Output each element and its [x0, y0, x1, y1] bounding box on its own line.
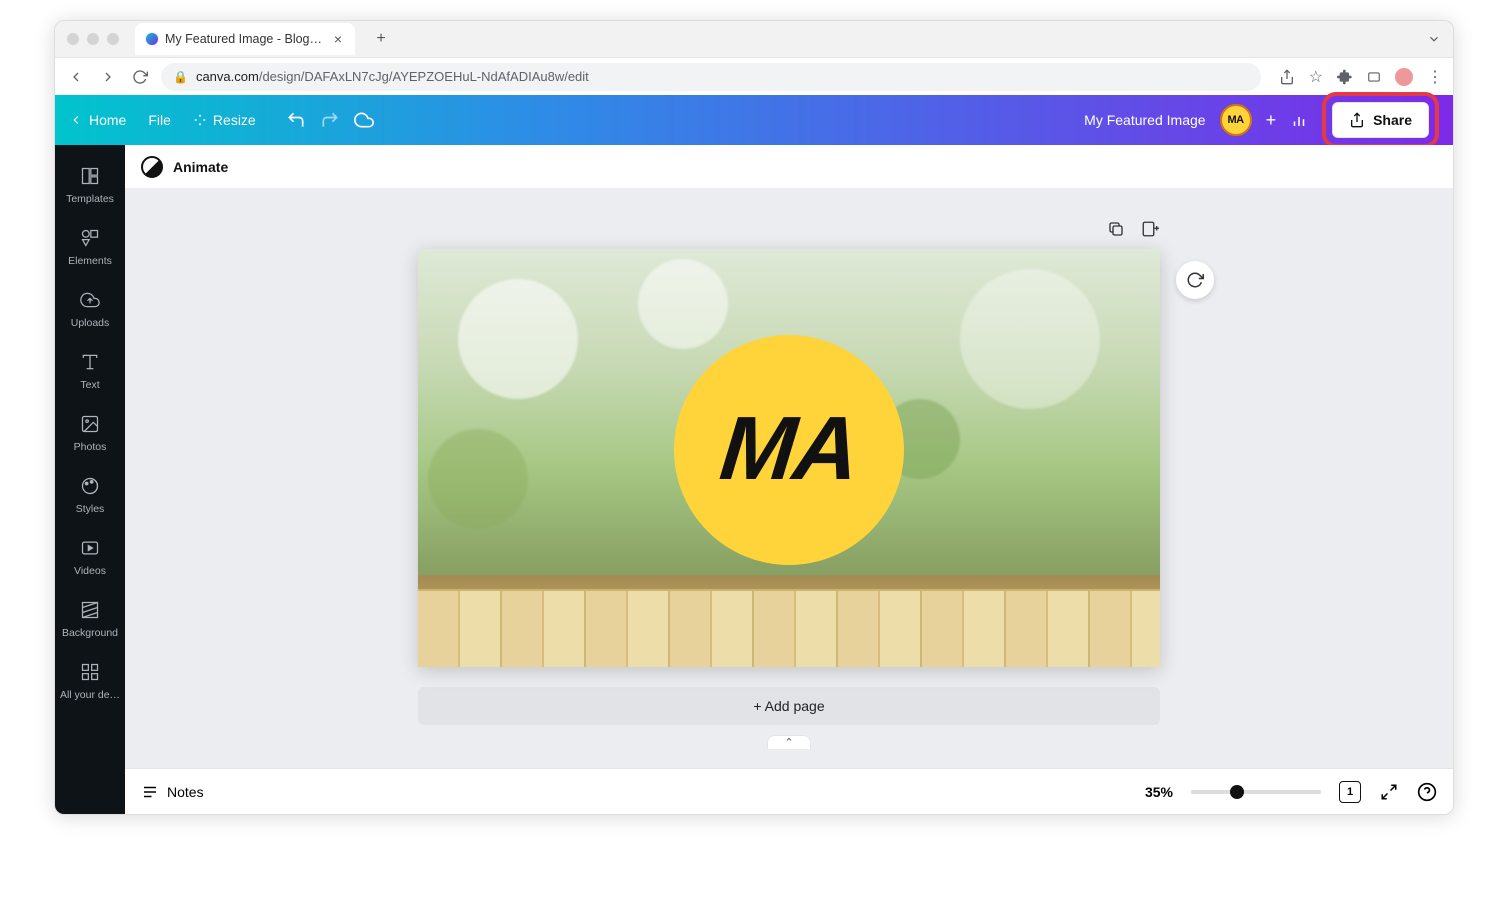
insights-icon[interactable] — [1290, 111, 1308, 129]
url-text: canva.com/design/DAFAxLN7cJg/AYEPZOEHuL-… — [196, 69, 589, 84]
add-page-label: + Add page — [753, 698, 824, 714]
sidebar-item-text[interactable]: Text — [55, 341, 125, 403]
animate-icon — [141, 156, 163, 178]
help-icon[interactable] — [1417, 782, 1437, 802]
notes-label: Notes — [167, 784, 204, 800]
browser-tab[interactable]: My Featured Image - Blog Ban × — [135, 23, 355, 55]
canvas-zone: Animate — [125, 145, 1453, 814]
tab-close-icon[interactable]: × — [331, 32, 345, 46]
new-tab-button[interactable]: + — [369, 27, 393, 51]
back-button[interactable] — [65, 66, 87, 88]
home-button[interactable]: Home — [69, 112, 126, 128]
canvas-page-wrap: MA — [418, 249, 1160, 667]
bookmark-icon[interactable]: ☆ — [1309, 67, 1323, 87]
avatar-initials: MA — [1228, 114, 1244, 126]
topbar-right: My Featured Image MA + Share — [1084, 92, 1439, 148]
canva-app: Home File Resize My Featured Image MA + — [55, 95, 1453, 814]
notes-button[interactable]: Notes — [141, 783, 204, 801]
pages-count-badge[interactable]: 1 — [1339, 781, 1361, 803]
canvas-page[interactable]: MA — [418, 249, 1160, 667]
sidebar-item-uploads[interactable]: Uploads — [55, 279, 125, 341]
styles-icon — [79, 475, 101, 497]
address-bar[interactable]: 🔒 canva.com/design/DAFAxLN7cJg/AYEPZOEHu… — [161, 63, 1261, 91]
sidebar-item-elements[interactable]: Elements — [55, 217, 125, 279]
window-controls[interactable] — [67, 33, 119, 45]
extensions-icon[interactable] — [1337, 69, 1353, 85]
reload-button[interactable] — [129, 66, 151, 88]
browser-chrome: My Featured Image - Blog Ban × + 🔒 canva… — [55, 21, 1453, 95]
app-topbar: Home File Resize My Featured Image MA + — [55, 95, 1453, 145]
background-icon — [79, 599, 101, 621]
resize-button[interactable]: Resize — [193, 112, 256, 128]
sidebar-item-photos[interactable]: Photos — [55, 403, 125, 465]
url-bar-row: 🔒 canva.com/design/DAFAxLN7cJg/AYEPZOEHu… — [55, 57, 1453, 95]
tab-title: My Featured Image - Blog Ban — [165, 32, 325, 46]
sidebar-item-styles[interactable]: Styles — [55, 465, 125, 527]
zoom-slider[interactable] — [1191, 790, 1321, 794]
topbar-left: Home File Resize — [69, 110, 374, 130]
sidebar-item-all-designs[interactable]: All your de… — [55, 651, 125, 713]
share-highlight-annotation: Share — [1322, 92, 1439, 148]
wood-surface — [418, 589, 1160, 667]
close-window-icon[interactable] — [67, 33, 79, 45]
user-avatar[interactable]: MA — [1220, 104, 1252, 136]
lock-icon: 🔒 — [173, 70, 188, 84]
duplicate-page-icon[interactable] — [1106, 219, 1126, 239]
logo-element[interactable]: MA — [674, 335, 904, 565]
sidebar-item-background[interactable]: Background — [55, 589, 125, 651]
regenerate-icon[interactable] — [1176, 261, 1214, 299]
share-button[interactable]: Share — [1332, 102, 1429, 138]
profile-avatar-icon[interactable] — [1395, 68, 1413, 86]
topbar-icons — [286, 110, 374, 130]
page-actions — [418, 219, 1160, 249]
logo-text: MA — [716, 398, 863, 501]
bottom-bar: Notes 35% 1 — [125, 768, 1453, 814]
videos-icon — [79, 537, 101, 559]
home-label: Home — [89, 112, 126, 128]
photos-icon — [79, 413, 101, 435]
file-menu[interactable]: File — [148, 112, 171, 128]
browser-actions: ☆ ⋮ — [1279, 67, 1443, 87]
undo-icon[interactable] — [286, 110, 306, 130]
animate-button[interactable]: Animate — [173, 159, 228, 175]
file-label: File — [148, 112, 171, 128]
work-area: Templates Elements Uploads Text Photos S… — [55, 145, 1453, 814]
templates-icon — [79, 165, 101, 187]
redo-icon[interactable] — [320, 110, 340, 130]
bottom-bar-right: 35% 1 — [1145, 781, 1437, 803]
elements-icon — [79, 227, 101, 249]
fullscreen-icon[interactable] — [1379, 782, 1399, 802]
zoom-slider-knob[interactable] — [1230, 785, 1244, 799]
maximize-window-icon[interactable] — [107, 33, 119, 45]
resize-label: Resize — [213, 112, 256, 128]
sidebar-item-templates[interactable]: Templates — [55, 155, 125, 217]
canvas-scroll[interactable]: MA + Add page ⌃ — [125, 189, 1453, 768]
pages-count: 1 — [1347, 786, 1353, 798]
side-rail: Templates Elements Uploads Text Photos S… — [55, 145, 125, 814]
text-icon — [79, 351, 101, 373]
forward-button[interactable] — [97, 66, 119, 88]
menu-icon[interactable]: ⋮ — [1427, 67, 1443, 87]
sidebar-item-videos[interactable]: Videos — [55, 527, 125, 589]
window-icon[interactable] — [1367, 70, 1381, 84]
uploads-icon — [79, 289, 101, 311]
tab-strip: My Featured Image - Blog Ban × + — [55, 21, 1453, 57]
tab-favicon — [145, 32, 159, 46]
context-toolbar: Animate — [125, 145, 1453, 189]
cloud-sync-icon[interactable] — [354, 110, 374, 130]
tabs-overflow-icon[interactable] — [1427, 32, 1441, 46]
add-page-icon[interactable] — [1140, 219, 1160, 239]
page-tray-handle[interactable]: ⌃ — [767, 735, 811, 749]
document-title[interactable]: My Featured Image — [1084, 112, 1205, 128]
minimize-window-icon[interactable] — [87, 33, 99, 45]
browser-window: My Featured Image - Blog Ban × + 🔒 canva… — [54, 20, 1454, 815]
add-collaborator-icon[interactable]: + — [1266, 110, 1277, 131]
alldesigns-icon — [79, 661, 101, 683]
share-url-icon[interactable] — [1279, 69, 1295, 85]
add-page-button[interactable]: + Add page — [418, 687, 1160, 725]
share-label: Share — [1373, 112, 1412, 128]
zoom-level[interactable]: 35% — [1145, 784, 1173, 800]
